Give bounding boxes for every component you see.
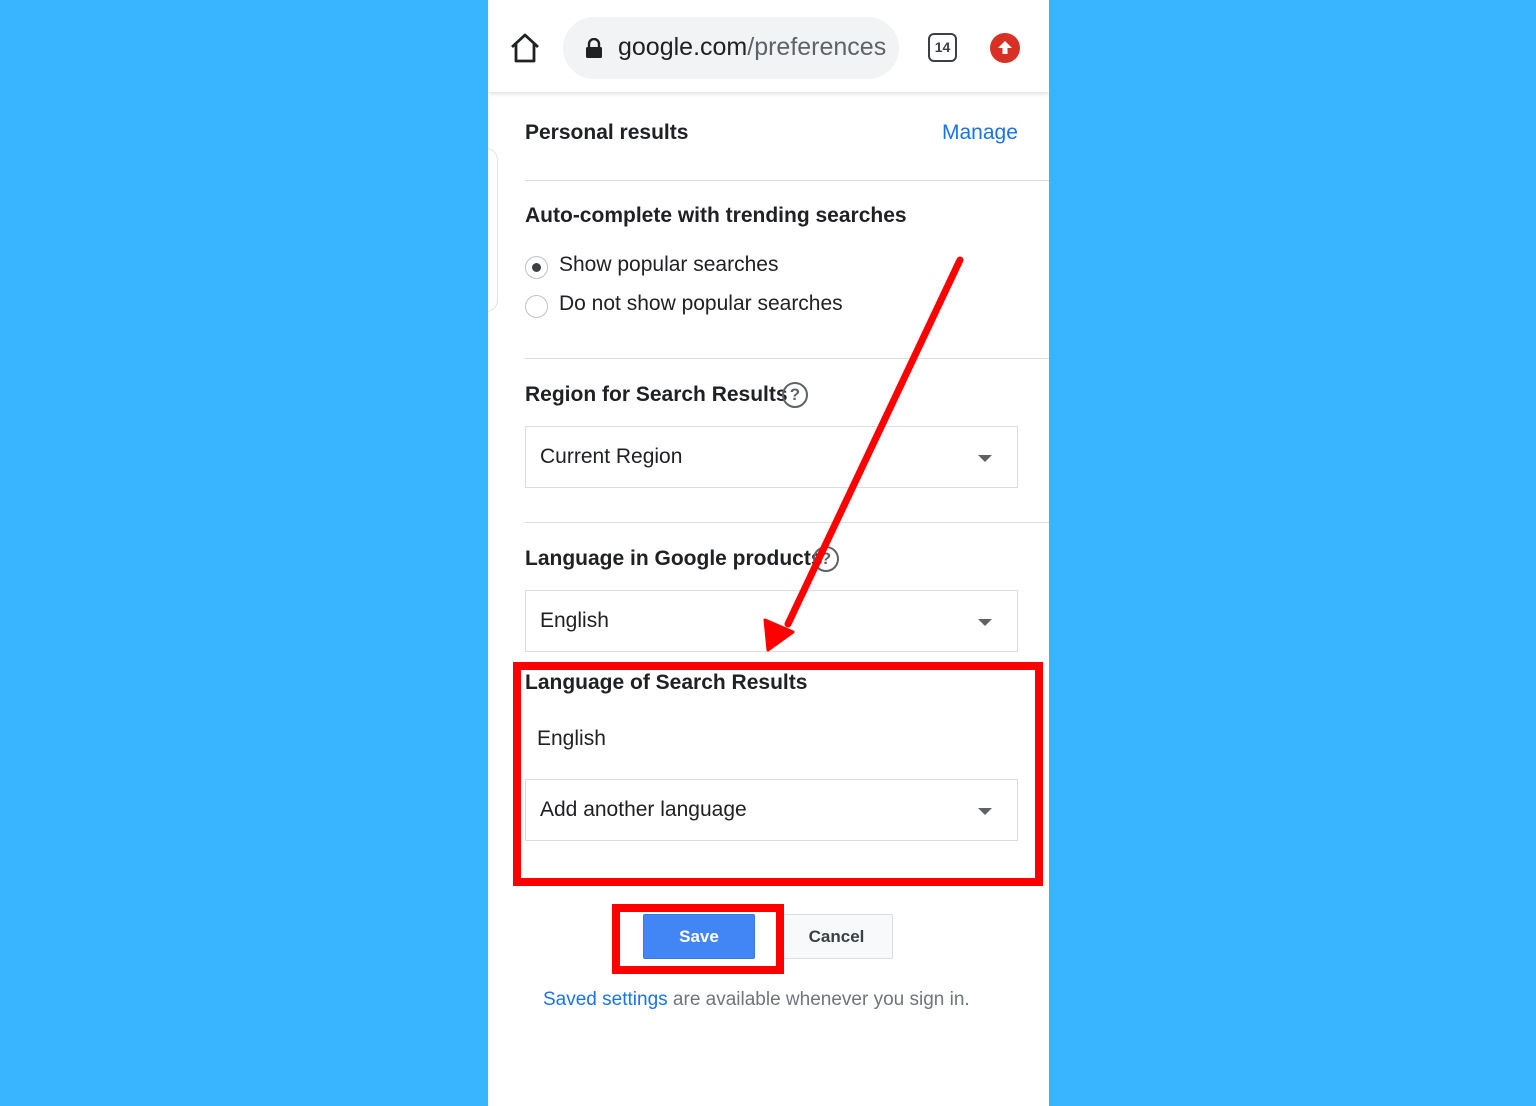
update-icon[interactable] [990, 33, 1020, 63]
annotation-arrow [763, 256, 964, 652]
tab-switcher-button[interactable]: 14 [928, 33, 957, 62]
home-icon[interactable] [508, 31, 542, 65]
browser-toolbar: google.com/preferences 14 [488, 0, 1049, 92]
url-domain: google.com [618, 33, 748, 61]
url-path: /preferences [747, 33, 887, 61]
url-text: google.com/preferences [618, 33, 886, 62]
address-bar[interactable]: google.com/preferences [563, 17, 899, 79]
lock-icon [585, 37, 603, 58]
